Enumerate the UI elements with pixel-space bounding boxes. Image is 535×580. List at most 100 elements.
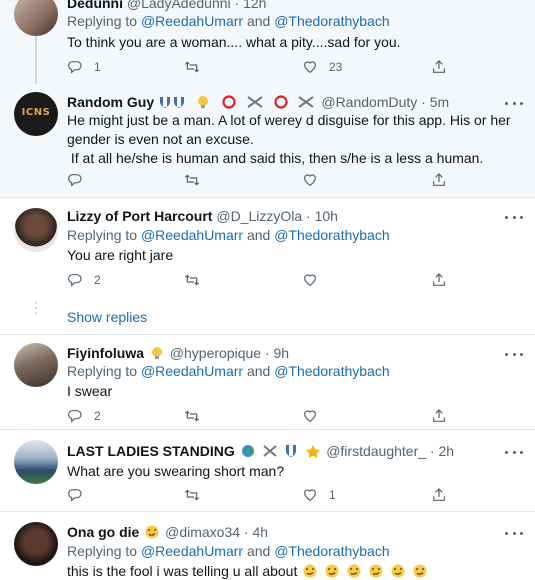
- share-icon: [431, 487, 447, 503]
- like-button[interactable]: [302, 407, 318, 425]
- like-button[interactable]: [302, 271, 318, 289]
- like-button[interactable]: 23: [302, 58, 342, 76]
- mention-link[interactable]: @Thedorathybach: [274, 13, 389, 29]
- avatar[interactable]: [14, 343, 58, 387]
- user-handle[interactable]: @D_LizzyOla: [216, 208, 302, 224]
- retweet-button[interactable]: [184, 271, 200, 289]
- like-button[interactable]: 1: [302, 486, 336, 504]
- mention-link[interactable]: @Thedorathybach: [274, 363, 389, 379]
- tweet-header: Lizzy of Port Harcourt @D_LizzyOla · 10h: [67, 208, 495, 224]
- user-handle[interactable]: @LadyAdedunni: [127, 0, 231, 11]
- and-label: and: [246, 543, 271, 559]
- timestamp[interactable]: 10h: [315, 208, 338, 224]
- mention-link[interactable]: @Thedorathybach: [274, 227, 389, 243]
- tweet-text-line: gender is even not an excuse.: [67, 131, 254, 147]
- share-button[interactable]: [431, 407, 447, 425]
- reply-icon: [67, 272, 83, 288]
- tweet[interactable]: Fiyinfoluwa @hyperopique · 9h Replying t…: [0, 335, 535, 429]
- more-icon[interactable]: [505, 212, 523, 222]
- tweet-text: I swear: [67, 383, 113, 399]
- share-icon: [431, 172, 447, 188]
- tweet-text: To think you are a woman.... what a pity…: [67, 34, 401, 50]
- mention-link[interactable]: @Thedorathybach: [274, 543, 389, 559]
- mention-link[interactable]: @ReedahUmarr: [141, 227, 243, 243]
- reply-button[interactable]: [67, 171, 83, 189]
- tweet[interactable]: ICNS Random Guy @RandomDuty · 5m He migh…: [0, 84, 535, 197]
- more-icon[interactable]: [505, 98, 523, 108]
- share-button[interactable]: [431, 271, 447, 289]
- thread-line: [35, 36, 37, 84]
- replying-to-label: Replying to: [67, 543, 138, 559]
- timestamp[interactable]: 9h: [274, 345, 290, 361]
- user-handle[interactable]: @hyperopique: [170, 345, 261, 361]
- share-button[interactable]: [431, 486, 447, 504]
- retweet-button[interactable]: [184, 486, 200, 504]
- shield-flag-icon: [286, 445, 297, 457]
- more-icon[interactable]: [505, 349, 523, 359]
- share-button[interactable]: [431, 58, 447, 76]
- mention-link[interactable]: @ReedahUmarr: [141, 363, 243, 379]
- retweet-icon: [184, 172, 200, 188]
- heart-icon: [302, 172, 318, 188]
- mention-link[interactable]: @ReedahUmarr: [141, 543, 243, 559]
- tweet[interactable]: Ona go die @dimaxo34 · 4h Replying to @R…: [0, 512, 535, 580]
- avatar[interactable]: [14, 0, 58, 36]
- shield-flag-icon: [160, 97, 185, 108]
- separator-dot: ·: [234, 0, 240, 11]
- retweet-button[interactable]: [184, 171, 200, 189]
- retweet-button[interactable]: [184, 58, 200, 76]
- display-name[interactable]: Ona go die: [67, 524, 139, 540]
- reply-button[interactable]: 2: [67, 407, 101, 425]
- crossed-swords-icon: [262, 445, 277, 457]
- timestamp[interactable]: 12h: [243, 0, 266, 11]
- user-handle[interactable]: @dimaxo34: [165, 524, 240, 540]
- replying-to-label: Replying to: [67, 363, 138, 379]
- tweet[interactable]: LAST LADIES STANDING @firstdaughter_ · 2…: [0, 430, 535, 510]
- tweet-header: Dedunni @LadyAdedunni · 12h: [67, 0, 495, 11]
- display-name[interactable]: Lizzy of Port Harcourt: [67, 208, 212, 224]
- retweet-button[interactable]: [184, 407, 200, 425]
- reply-button[interactable]: [67, 486, 83, 504]
- crossed-swords-icon: [247, 96, 263, 108]
- smirk-face-icon: [325, 564, 339, 578]
- mention-link[interactable]: @ReedahUmarr: [141, 13, 243, 29]
- bulb-icon: [151, 347, 162, 359]
- avatar[interactable]: [14, 522, 58, 566]
- display-name[interactable]: Random Guy: [67, 94, 154, 110]
- show-replies-link[interactable]: Show replies: [67, 309, 147, 325]
- and-label: and: [246, 227, 271, 243]
- action-bar: 1: [67, 486, 457, 504]
- separator-dot: ·: [243, 524, 249, 540]
- reply-button[interactable]: 1: [67, 58, 101, 76]
- tweet[interactable]: Lizzy of Port Harcourt @D_LizzyOla · 10h…: [0, 198, 535, 333]
- smirk-face-icon: [145, 525, 159, 539]
- like-count: 1: [329, 488, 336, 502]
- like-count: 23: [329, 60, 343, 74]
- timestamp[interactable]: 5m: [430, 94, 449, 110]
- user-handle[interactable]: @firstdaughter_: [326, 443, 426, 459]
- like-button[interactable]: [302, 171, 318, 189]
- timestamp[interactable]: 4h: [253, 524, 269, 540]
- avatar[interactable]: [14, 440, 58, 484]
- display-name[interactable]: Fiyinfoluwa: [67, 345, 144, 361]
- tweet-text: this is the fool i was telling u all abo…: [67, 562, 515, 580]
- display-name[interactable]: Dedunni: [67, 0, 123, 11]
- tweet-text: He might just be a man. A lot of werey d…: [67, 111, 515, 168]
- more-icon[interactable]: [505, 528, 523, 538]
- tweet[interactable]: Dedunni @LadyAdedunni · 12h Replying to …: [0, 0, 535, 84]
- heart-icon: [302, 272, 318, 288]
- avatar[interactable]: [14, 208, 58, 252]
- more-icon[interactable]: [505, 447, 523, 457]
- and-label: and: [246, 13, 271, 29]
- avatar[interactable]: ICNS: [14, 92, 58, 136]
- tweet-text: You are right jare: [67, 247, 174, 263]
- timestamp[interactable]: 2h: [438, 443, 454, 459]
- action-bar: 2: [67, 271, 457, 289]
- action-bar: 1 23: [67, 58, 457, 76]
- user-handle[interactable]: @RandomDuty: [321, 94, 417, 110]
- reply-button[interactable]: 2: [67, 271, 101, 289]
- smirk-face-icon: [391, 564, 405, 578]
- tweet-header: Random Guy @RandomDuty · 5m: [67, 94, 495, 110]
- share-button[interactable]: [431, 171, 447, 189]
- display-name[interactable]: LAST LADIES STANDING: [67, 443, 235, 459]
